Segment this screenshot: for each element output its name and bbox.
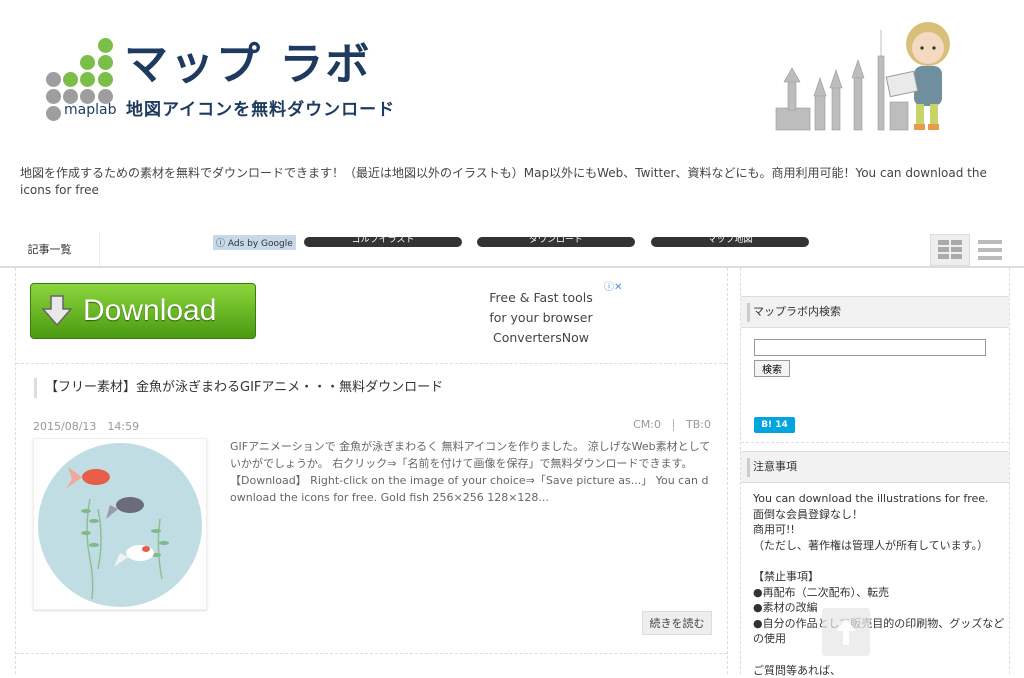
logo-title[interactable]: マップ ラボ <box>124 40 371 90</box>
top-nav: 記事一覧 ⓘ Ads by Google ゴルフイラスト ダウンロード マップ地… <box>0 232 1024 268</box>
list-view-icon <box>978 240 1002 260</box>
logo-subtitle: 地図アイコンを無料ダウンロード <box>126 100 396 120</box>
notice-line: ●再配布（二次配布）、転売 <box>753 585 890 599</box>
search-heading: マップラボ内検索 <box>741 296 1009 328</box>
ad-close-icon[interactable]: ⓘ✕ <box>604 278 622 293</box>
site-tagline: 地図を作成するための素材を無料でダウンロードできます！（最近は地図以外のイラスト… <box>20 166 987 197</box>
sidebar: マップラボ内検索 検索 B! 14 注意事項 You can download … <box>740 268 1010 677</box>
ad-link-map[interactable]: マップ地図 <box>651 237 809 247</box>
ad-banner[interactable]: Download Free & Fast tools for your brow… <box>16 268 727 364</box>
notice-line <box>753 553 1005 569</box>
grid-view-icon <box>938 240 962 259</box>
post-excerpt: GIFアニメーションで 金魚が泳ぎまわるく 無料アイコンを作りました。 涼しげな… <box>230 440 711 504</box>
notice-line: （ただし、著作権は管理人が所有しています。） <box>753 538 989 552</box>
notice-line: の使用 <box>753 632 786 646</box>
header-illustration <box>775 22 950 131</box>
notice-line: ご質問等あれば、 <box>753 663 841 677</box>
trackback-count[interactable]: TB:0 <box>686 418 711 431</box>
ad-link-download[interactable]: ダウンロード <box>477 237 635 247</box>
post-title[interactable]: 【フリー素材】金魚が泳ぎまわるGIFアニメ・・・無料ダウンロード <box>34 378 443 398</box>
download-ad-label: Download <box>83 294 217 327</box>
notice-line: 商用可!! <box>753 523 795 537</box>
notice-text: You can download the illustrations for f… <box>753 491 1005 678</box>
notice-line: 【禁止事項】 <box>753 569 819 583</box>
scroll-to-top-button[interactable] <box>822 608 870 656</box>
post-date: 2015/08/13 14:59 <box>33 420 140 433</box>
notice-line: You can download the illustrations for f… <box>753 492 989 505</box>
post-thumbnail[interactable] <box>33 438 207 610</box>
grid-view-button[interactable] <box>930 234 970 266</box>
search-button[interactable]: 検索 <box>754 360 790 377</box>
notice-heading: 注意事項 <box>741 451 1009 483</box>
notice-line <box>753 647 1005 663</box>
site-header: マップ ラボ 地図アイコンを無料ダウンロード maplab <box>0 0 1024 160</box>
comment-count[interactable]: CM:0 <box>633 418 661 431</box>
goldfish-image <box>38 443 202 607</box>
arrow-up-icon <box>836 619 856 645</box>
download-ad-button[interactable]: Download <box>30 283 256 339</box>
list-view-button[interactable] <box>970 234 1010 266</box>
download-arrow-icon <box>41 295 73 327</box>
read-more-button[interactable]: 続きを読む <box>642 611 712 635</box>
main-content: Download Free & Fast tools for your brow… <box>15 268 728 674</box>
ad-line-3: ConvertersNow <box>493 330 589 345</box>
notice-line: ●素材の改編 <box>753 601 818 615</box>
ads-by-google-label[interactable]: ⓘ Ads by Google <box>213 235 296 250</box>
notice-line: ●自分の作品として販売目的の印刷物、グッズなど <box>753 616 1005 630</box>
ad-line-1: Free & Fast tools <box>489 290 593 305</box>
ad-line-2: for your browser <box>489 310 593 325</box>
logo-wordmark: maplab <box>64 102 117 118</box>
notice-line: 面倒な会員登録なし！ <box>753 507 863 521</box>
search-input[interactable] <box>754 339 986 356</box>
sidebar-divider <box>741 442 1009 443</box>
hatena-bookmark-button[interactable]: B! 14 <box>754 417 795 433</box>
ad-text[interactable]: Free & Fast tools for your browser Conve… <box>466 288 616 348</box>
nav-item-articles[interactable]: 記事一覧 <box>0 232 100 266</box>
post-item: 【フリー素材】金魚が泳ぎまわるGIFアニメ・・・無料ダウンロード 2015/08… <box>16 364 727 654</box>
post-counts: CM:0 TB:0 <box>633 418 711 431</box>
ad-link-golf[interactable]: ゴルフイラスト <box>304 237 462 247</box>
